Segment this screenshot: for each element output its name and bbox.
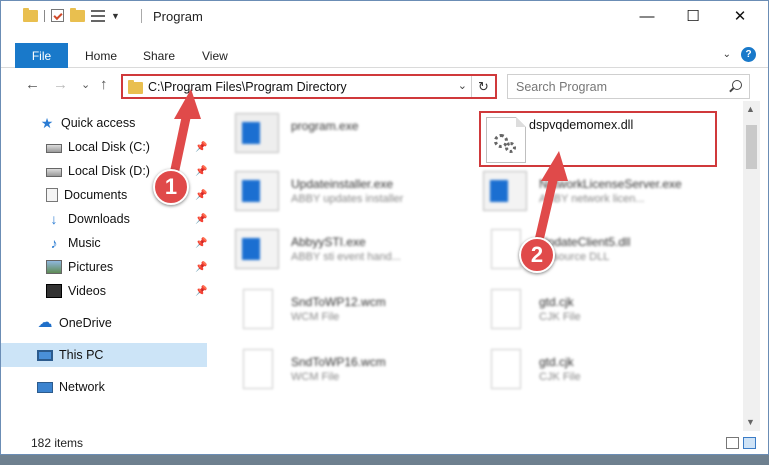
step-2-badge: 2 (519, 237, 555, 273)
arrow-2-head (541, 151, 568, 181)
arrow-1-head (174, 89, 201, 119)
annotation-arrows (168, 89, 568, 254)
explorer-window: ▼ Program — ☐ ✕ File Home Share View ⌄ ?… (0, 0, 769, 455)
step-1-badge: 1 (153, 169, 189, 205)
